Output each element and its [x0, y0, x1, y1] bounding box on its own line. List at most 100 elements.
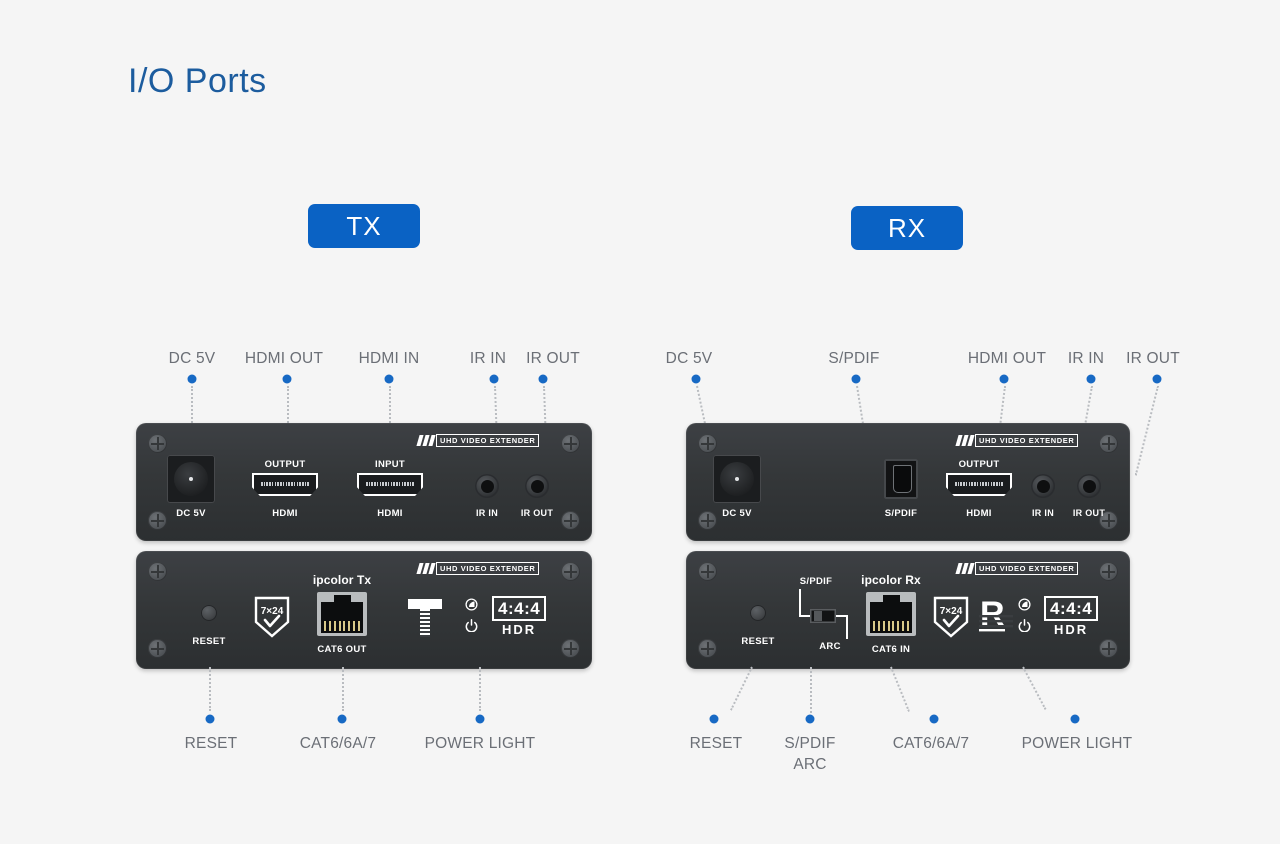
rx-rear-panel: UHD VIDEO EXTENDER RESET S/PDIF ARC ipco…	[686, 551, 1130, 669]
power-led-icon	[465, 619, 478, 633]
rx-callout-spdif-line1: S/PDIF	[784, 735, 836, 752]
rx-dot-spdif-arc	[805, 714, 815, 724]
rx-callout-spdif: S/PDIF ARC	[784, 733, 835, 775]
uhd-bars-icon	[955, 563, 975, 574]
rx-ir-out-caption: IR OUT	[1072, 508, 1106, 518]
dc-pin-icon	[189, 477, 193, 481]
tx-leader-reset	[209, 667, 211, 711]
rx-hdmi-out-port[interactable]	[946, 473, 1012, 496]
rx-dot-power	[1070, 714, 1080, 724]
rx-callout-power-light: POWER LIGHT	[1021, 735, 1133, 752]
rx-switch-bottom-caption: ARC	[819, 641, 841, 652]
rx-ir-out-jack[interactable]	[1077, 474, 1101, 498]
tx-leader-power	[479, 667, 481, 711]
screw-icon	[1099, 562, 1118, 581]
tx-dot-reset	[205, 714, 215, 724]
rx-dot-reset	[709, 714, 719, 724]
screw-icon	[561, 562, 580, 581]
rx-callout-dc5v: DC 5V	[665, 350, 713, 367]
svg-text:R: R	[980, 596, 1005, 633]
rx-reset-caption: RESET	[741, 636, 775, 647]
switch-bracket-left	[799, 589, 801, 617]
tx-dot-ir-out	[538, 374, 548, 384]
tx-callout-ir-in: IR IN	[469, 350, 507, 367]
rx-dot-ir-in	[1086, 374, 1096, 384]
svg-text:7×24: 7×24	[261, 606, 284, 617]
tx-dot-cat6	[337, 714, 347, 724]
tx-hdmi-in-caption: HDMI	[377, 508, 403, 519]
tx-dot-power	[475, 714, 485, 724]
tx-reset-button[interactable]	[201, 605, 217, 621]
rx-rj45-caption: CAT6 IN	[871, 644, 911, 655]
uhd-badge-label: UHD VIDEO EXTENDER	[436, 562, 540, 575]
screw-icon	[148, 434, 167, 453]
tx-dc-jack[interactable]	[167, 455, 215, 503]
hdmi-pins-icon	[366, 482, 414, 486]
svg-text:7×24: 7×24	[940, 606, 963, 617]
rx-callout-arc-line2: ARC	[793, 756, 827, 773]
uhd-video-extender-badge: UHD VIDEO EXTENDER	[416, 434, 540, 447]
screw-icon	[698, 511, 717, 530]
tx-dot-dc5v	[187, 374, 197, 384]
power-led-icon	[1018, 619, 1031, 633]
tx-ir-out-jack[interactable]	[525, 474, 549, 498]
seven-by-twentyfour-shield-icon: 7×24	[933, 596, 969, 638]
hdmi-pins-icon	[955, 482, 1003, 486]
screw-icon	[561, 511, 580, 530]
tx-callout-cat6: CAT6/6A/7	[299, 735, 377, 752]
rx-dc-jack[interactable]	[713, 455, 761, 503]
tx-badge: TX	[308, 204, 420, 248]
rx-callout-ir-in: IR IN	[1067, 350, 1105, 367]
dc-pin-icon	[735, 477, 739, 481]
rx-reset-button[interactable]	[750, 605, 766, 621]
tx-ir-in-jack[interactable]	[475, 474, 499, 498]
tx-callout-dc5v: DC 5V	[168, 350, 216, 367]
hdr-label: HDR	[1054, 622, 1089, 637]
screw-icon	[698, 434, 717, 453]
rx-dot-cat6	[929, 714, 939, 724]
tx-callout-ir-out: IR OUT	[526, 350, 580, 367]
tx-rj45-port[interactable]	[317, 592, 367, 636]
uhd-video-extender-badge: UHD VIDEO EXTENDER	[955, 562, 1079, 575]
rx-rj45-port[interactable]	[866, 592, 916, 636]
rx-leader-cat6	[890, 666, 910, 712]
screw-icon	[148, 639, 167, 658]
rx-spdif-port[interactable]	[884, 459, 918, 499]
uhd-video-extender-badge: UHD VIDEO EXTENDER	[955, 434, 1079, 447]
rx-dot-spdif	[851, 374, 861, 384]
screw-icon	[698, 562, 717, 581]
rx-model-label: ipcolor Rx	[861, 573, 921, 587]
tx-reset-caption: RESET	[192, 636, 226, 647]
chroma-value: 4:4:4	[492, 596, 547, 621]
ir-led-icon	[465, 598, 478, 611]
tx-rear-panel: UHD VIDEO EXTENDER RESET 7×24 ipcolor Tx…	[136, 551, 592, 669]
uhd-bars-icon	[955, 435, 975, 446]
rx-spdif-arc-switch[interactable]	[810, 609, 836, 623]
screw-icon	[1099, 434, 1118, 453]
screw-icon	[561, 639, 580, 658]
t-stem-icon	[420, 609, 430, 637]
rx-callout-cat6: CAT6/6A/7	[892, 735, 970, 752]
rx-ir-in-jack[interactable]	[1031, 474, 1055, 498]
uhd-badge-label: UHD VIDEO EXTENDER	[975, 434, 1079, 447]
uhd-badge-label: UHD VIDEO EXTENDER	[436, 434, 540, 447]
rx-spdif-caption: S/PDIF	[884, 508, 918, 519]
rx-hdmi-out-top-caption: OUTPUT	[958, 459, 1000, 470]
color-depth-badge: 4:4:4 HDR	[1044, 596, 1099, 637]
tx-hdmi-in-port[interactable]	[357, 473, 423, 496]
tx-front-panel: UHD VIDEO EXTENDER DC 5V OUTPUT HDMI INP…	[136, 423, 592, 541]
tx-hdmi-in-top-caption: INPUT	[375, 459, 405, 470]
tx-hdmi-out-port[interactable]	[252, 473, 318, 496]
tx-callout-power-light: POWER LIGHT	[424, 735, 536, 752]
tx-callout-hdmi-in: HDMI IN	[358, 350, 420, 367]
rx-hdmi-out-caption: HDMI	[966, 508, 992, 519]
tx-dot-hdmi-out	[282, 374, 292, 384]
uhd-bars-icon	[416, 563, 436, 574]
rx-ir-in-caption: IR IN	[1031, 508, 1055, 518]
r-logo-icon: R	[979, 595, 1013, 636]
rx-callout-hdmi-out: HDMI OUT	[967, 350, 1047, 367]
color-depth-badge: 4:4:4 HDR	[492, 596, 547, 637]
hdmi-pins-icon	[261, 482, 309, 486]
rx-dot-dc5v	[691, 374, 701, 384]
chroma-value: 4:4:4	[1044, 596, 1099, 621]
